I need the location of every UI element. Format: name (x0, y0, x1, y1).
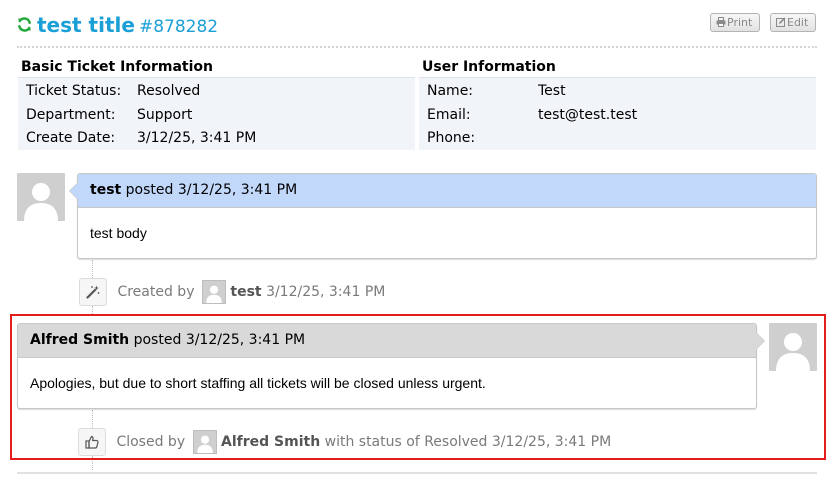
name-row: Name: Test (419, 80, 816, 104)
ticket-title-row: test title #878282 (17, 11, 817, 41)
user-info: User Information Name: Test Email: test@te… (419, 56, 816, 151)
user-info-heading: User Information (419, 56, 816, 78)
name-label: Name: (427, 83, 474, 99)
refresh-icon[interactable] (17, 17, 32, 32)
avatar (201, 280, 226, 304)
status-row: Ticket Status: Resolved (18, 80, 415, 104)
event-user[interactable]: test (230, 284, 261, 300)
thread-connector (92, 260, 93, 280)
thread-entry-posted: posted (125, 182, 174, 198)
bottom-divider (17, 472, 817, 474)
create-date-label: Create Date: (26, 130, 116, 146)
status-value: Resolved (137, 83, 201, 99)
create-date-row: Create Date: 3/12/25, 3:41 PM (18, 127, 415, 151)
department-label: Department: (26, 106, 116, 123)
edit-button[interactable]: Edit (770, 13, 816, 32)
speech-arrow (69, 182, 78, 200)
basic-ticket-info-body: Ticket Status: Resolved Department: Suppor… (18, 78, 415, 150)
ticket-title-text: test title (37, 13, 135, 37)
print-button[interactable]: Print (710, 13, 760, 32)
thread-connector (92, 306, 93, 314)
magic-wand-icon (79, 278, 107, 306)
thread-entry-header: test posted 3/12/25, 3:41 PM (78, 174, 816, 208)
basic-ticket-info-heading: Basic Ticket Information (18, 56, 415, 78)
edit-icon (776, 17, 786, 27)
email-row: Email: test@test.test (419, 104, 816, 128)
phone-row: Phone: (419, 127, 816, 151)
highlight-box (10, 314, 826, 460)
ticket-number: #878282 (138, 17, 219, 37)
thread-entry-timestamp: 3/12/25, 3:41 PM (177, 182, 298, 198)
email-label: Email: (427, 106, 471, 123)
status-label: Ticket Status: (26, 83, 122, 99)
avatar (17, 173, 65, 221)
thread-entry-body: test body (90, 225, 147, 241)
user-info-body: Name: Test Email: test@test.test Phone: (419, 78, 816, 150)
header-divider (17, 46, 817, 48)
print-icon (716, 17, 726, 27)
thread-entry-author: test (90, 182, 122, 198)
event-prefix: Created by (117, 284, 195, 300)
basic-ticket-info: Basic Ticket Information Ticket Status: R… (18, 56, 415, 151)
name-value[interactable]: Test (538, 83, 566, 99)
ticket-title[interactable]: test title #878282 (37, 11, 218, 41)
event-timestamp: 3/12/25, 3:41 PM (266, 284, 386, 300)
create-date-value: 3/12/25, 3:41 PM (137, 130, 257, 146)
phone-label: Phone: (427, 130, 476, 146)
user-silhouette-icon (206, 285, 222, 303)
email-value: test@test.test (538, 106, 638, 123)
edit-label: Edit (787, 16, 809, 29)
department-value: Support (137, 106, 193, 123)
user-silhouette-icon (24, 183, 58, 221)
print-label: Print (727, 16, 753, 29)
thread-entry: test posted 3/12/25, 3:41 PM test body (69, 173, 817, 259)
thread-event: Created by test 3/12/25, 3:41 PM (79, 278, 385, 306)
department-row: Department: Support (18, 104, 415, 128)
